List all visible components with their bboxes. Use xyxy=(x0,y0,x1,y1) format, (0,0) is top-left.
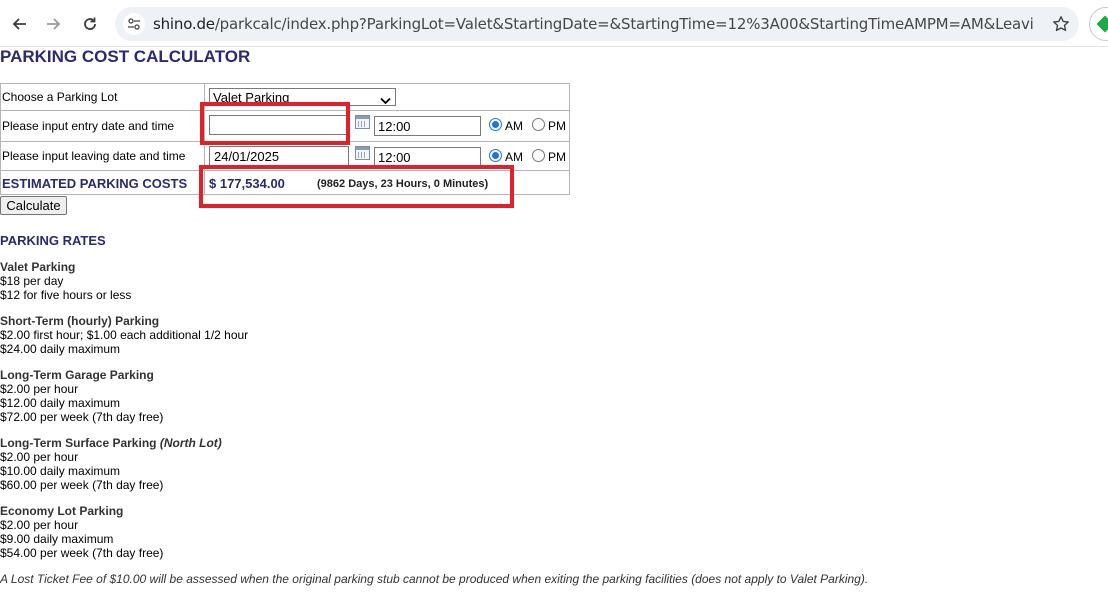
calculate-button[interactable]: Calculate xyxy=(0,196,67,215)
rate-line: $2.00 per hour xyxy=(0,382,79,396)
leaving-pm-radio[interactable] xyxy=(532,149,545,162)
forward-arrow-icon[interactable] xyxy=(42,12,66,36)
rate-line: $12.00 daily maximum xyxy=(0,396,121,410)
rate-line: $2.00 per hour xyxy=(0,518,79,532)
leaving-am-label: AM xyxy=(505,150,523,164)
address-bar[interactable]: shino.de/parkcalc/index.php?ParkingLot=V… xyxy=(115,7,1079,41)
browser-toolbar: shino.de/parkcalc/index.php?ParkingLot=V… xyxy=(0,0,1108,47)
rate-line: $2.00 per hour xyxy=(0,450,79,464)
chevron-down-icon xyxy=(380,93,391,108)
leaving-label: Please input leaving date and time xyxy=(1,142,205,170)
short-term-rates: Short-Term (hourly) Parking $2.00 first … xyxy=(0,314,248,356)
lot-label: Choose a Parking Lot xyxy=(1,84,205,110)
bookmark-star-icon[interactable] xyxy=(1050,13,1072,35)
rate-line: $60.00 per week (7th day free) xyxy=(0,478,164,492)
economy-rates: Economy Lot Parking $2.00 per hour $9.00… xyxy=(0,504,163,560)
entry-pm-label: PM xyxy=(548,119,566,133)
back-arrow-icon[interactable] xyxy=(7,12,31,36)
rate-line: $54.00 per week (7th day free) xyxy=(0,546,164,560)
rate-name: Short-Term (hourly) Parking xyxy=(0,314,160,328)
rates-title: PARKING RATES xyxy=(0,233,106,248)
url-text[interactable]: shino.de/parkcalc/index.php?ParkingLot=V… xyxy=(153,15,1033,33)
entry-am-radio[interactable] xyxy=(489,118,502,131)
rate-line: $2.00 first hour; $1.00 each additional … xyxy=(0,328,249,342)
extension-icon[interactable] xyxy=(1089,7,1108,41)
rate-line: $24.00 daily maximum xyxy=(0,342,121,356)
surface-rates: Long-Term Surface Parking (North Lot) $2… xyxy=(0,436,222,492)
cost-highlight xyxy=(199,165,514,208)
rate-name: Valet Parking xyxy=(0,260,76,274)
site-info-icon[interactable] xyxy=(123,13,145,35)
leaving-am-radio[interactable] xyxy=(489,149,502,162)
rate-name: Long-Term Surface Parking (North Lot) xyxy=(0,436,222,450)
entry-time-input[interactable]: 12:00 xyxy=(374,116,481,136)
cost-label: ESTIMATED PARKING COSTS xyxy=(2,175,188,191)
leaving-time-input[interactable]: 12:00 xyxy=(374,147,481,167)
reload-icon[interactable] xyxy=(78,12,102,36)
leaving-date-input[interactable]: 24/01/2025 xyxy=(209,146,349,166)
entry-date-highlight xyxy=(200,102,350,145)
rate-line: $18 per day xyxy=(0,274,64,288)
rate-line: $10.00 daily maximum xyxy=(0,464,121,478)
garage-rates: Long-Term Garage Parking $2.00 per hour … xyxy=(0,368,163,424)
valet-rates: Valet Parking $18 per day $12 for five h… xyxy=(0,260,131,302)
leaving-pm-label: PM xyxy=(548,150,566,164)
rate-line: $72.00 per week (7th day free) xyxy=(0,410,164,424)
calendar-icon[interactable] xyxy=(355,146,370,160)
entry-label: Please input entry date and time xyxy=(1,111,205,141)
calendar-icon[interactable] xyxy=(355,115,370,129)
cost-label-cell: ESTIMATED PARKING COSTS xyxy=(1,171,205,195)
url-path: /parkcalc/index.php?ParkingLot=Valet&Sta… xyxy=(214,15,1033,33)
url-host: shino.de xyxy=(153,15,215,33)
rate-name: Long-Term Garage Parking xyxy=(0,368,154,382)
lost-ticket-note: A Lost Ticket Fee of $10.00 will be asse… xyxy=(0,572,869,586)
entry-am-label: AM xyxy=(505,119,523,133)
rate-line: $12 for five hours or less xyxy=(0,288,132,302)
rate-name-em: (North Lot) xyxy=(159,436,222,450)
rate-name-text: Long-Term Surface Parking xyxy=(0,436,157,450)
page-title: PARKING COST CALCULATOR xyxy=(0,47,251,66)
rate-line: $9.00 daily maximum xyxy=(0,532,114,546)
entry-pm-radio[interactable] xyxy=(532,118,545,131)
rate-name: Economy Lot Parking xyxy=(0,504,124,518)
